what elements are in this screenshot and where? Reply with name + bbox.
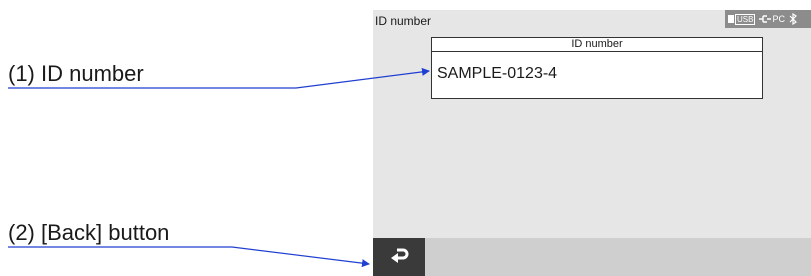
- pc-connection-icon: PC: [759, 14, 785, 24]
- callout-back-button: (2) [Back] button: [8, 220, 170, 245]
- screen-title: ID number: [375, 14, 432, 28]
- leader-line-back-button: [8, 246, 370, 268]
- id-number-field[interactable]: ID number SAMPLE-0123-4: [431, 37, 763, 99]
- usb-icon: USB: [728, 13, 756, 25]
- pc-label: PC: [772, 14, 785, 24]
- callout-id-number: (1) ID number: [8, 61, 144, 86]
- usb-label: USB: [735, 13, 756, 25]
- status-icons: USB PC: [725, 10, 811, 28]
- id-field-header: ID number: [432, 38, 762, 52]
- status-bar: ID number USB PC: [373, 10, 811, 32]
- bluetooth-icon: [789, 13, 797, 25]
- device-screen: ID number USB PC ID number SAMPLE-0123-4: [373, 10, 811, 276]
- manual-figure: (1) ID number (2) [Back] button ID numbe…: [0, 0, 811, 276]
- back-arrow-icon: [391, 248, 409, 263]
- bottom-bar: [373, 238, 811, 276]
- id-field-value: SAMPLE-0123-4: [437, 65, 558, 82]
- back-button[interactable]: [373, 238, 425, 276]
